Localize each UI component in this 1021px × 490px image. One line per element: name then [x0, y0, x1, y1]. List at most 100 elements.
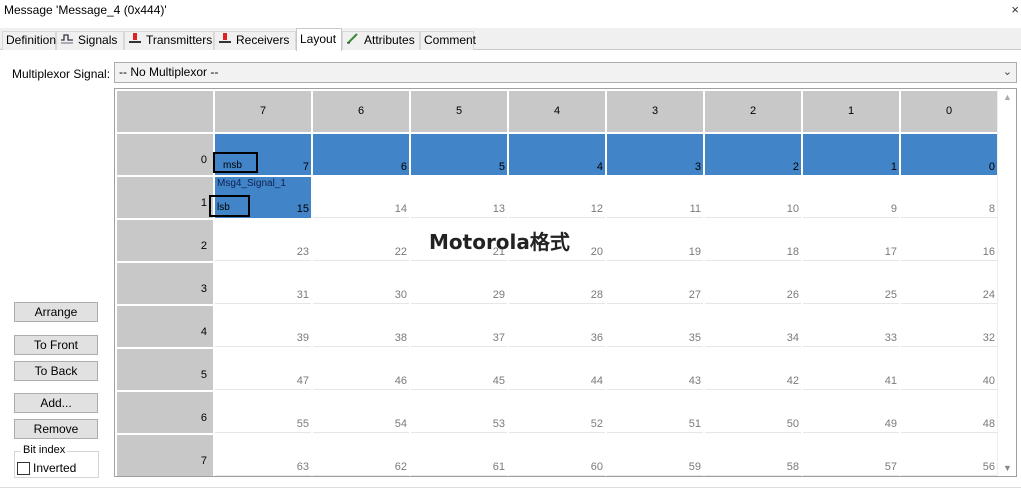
bit-cell[interactable]: 41: [803, 349, 899, 390]
tab-signals[interactable]: Signals: [56, 31, 124, 50]
bit-cell[interactable]: 63: [215, 435, 311, 476]
bit-cell[interactable]: 30: [313, 263, 409, 304]
bit-cell[interactable]: 27: [607, 263, 703, 304]
row-header: 6: [117, 392, 213, 433]
bit-cell[interactable]: 54: [313, 392, 409, 433]
bit-cell[interactable]: 0: [901, 134, 997, 175]
bit-cell[interactable]: 17: [803, 220, 899, 261]
bit-cell[interactable]: 28: [509, 263, 605, 304]
arrange-button[interactable]: Arrange: [14, 302, 98, 322]
bit-cell[interactable]: 2: [705, 134, 801, 175]
bit-number: 62: [394, 461, 407, 473]
close-icon[interactable]: ×: [1011, 2, 1019, 17]
transmitter-icon: [127, 32, 143, 49]
bit-cell[interactable]: 25: [803, 263, 899, 304]
add-button[interactable]: Add...: [14, 393, 98, 413]
bit-layout-grid[interactable]: 7 6 5 4 3 2 1 0 0 7 6 5 4 3 2 1 0 1 15 14 13 12 11 10 9 8 2 23 22 21 2…: [114, 88, 1017, 477]
to-back-button[interactable]: To Back: [14, 361, 98, 381]
tab-comment-label: Comment: [424, 33, 477, 47]
bit-cell[interactable]: 19: [607, 220, 703, 261]
bit-cell[interactable]: 35: [607, 306, 703, 347]
bit-cell[interactable]: 62: [313, 435, 409, 476]
bit-cell[interactable]: 23: [215, 220, 311, 261]
bit-cell[interactable]: 6: [313, 134, 409, 175]
bit-cell[interactable]: 10: [705, 177, 801, 218]
multiplexor-select[interactable]: -- No Multiplexor -- ⌄: [114, 62, 1017, 83]
bit-cell[interactable]: 49: [803, 392, 899, 433]
bit-cell[interactable]: 57: [803, 435, 899, 476]
bit-cell[interactable]: 8: [901, 177, 997, 218]
bit-cell[interactable]: 51: [607, 392, 703, 433]
bit-cell[interactable]: 5: [411, 134, 507, 175]
bit-cell[interactable]: 48: [901, 392, 997, 433]
vertical-scrollbar[interactable]: ▲ ▼: [997, 89, 1016, 476]
bit-cell[interactable]: 38: [313, 306, 409, 347]
bit-cell[interactable]: 33: [803, 306, 899, 347]
remove-button[interactable]: Remove: [14, 419, 98, 439]
bit-cell[interactable]: 18: [705, 220, 801, 261]
bit-number: 1: [890, 161, 897, 173]
to-front-button[interactable]: To Front: [14, 335, 98, 355]
bit-cell[interactable]: 52: [509, 392, 605, 433]
bit-number: 41: [884, 375, 897, 387]
bit-cell[interactable]: 36: [509, 306, 605, 347]
scroll-up-icon[interactable]: ▲: [1003, 92, 1012, 102]
tab-definition[interactable]: Definition: [2, 31, 56, 50]
bit-cell[interactable]: 11: [607, 177, 703, 218]
bit-cell[interactable]: 40: [901, 349, 997, 390]
bit-cell[interactable]: 14: [313, 177, 409, 218]
tab-bar: Definition Signals Transmitters Receiver…: [0, 28, 1021, 51]
row-header: 0: [117, 134, 213, 175]
bit-cell[interactable]: 55: [215, 392, 311, 433]
bit-cell[interactable]: 39: [215, 306, 311, 347]
bit-cell[interactable]: 16: [901, 220, 997, 261]
bit-cell[interactable]: 3: [607, 134, 703, 175]
tab-comment[interactable]: Comment: [420, 31, 477, 50]
bit-cell[interactable]: 46: [313, 349, 409, 390]
row-header: 1: [117, 177, 213, 218]
bit-cell[interactable]: 45: [411, 349, 507, 390]
bit-cell[interactable]: 53: [411, 392, 507, 433]
bit-cell[interactable]: 60: [509, 435, 605, 476]
bit-cell[interactable]: 9: [803, 177, 899, 218]
row-header-label: 6: [200, 412, 207, 424]
bit-number: 34: [786, 332, 799, 344]
bit-cell[interactable]: 47: [215, 349, 311, 390]
bit-cell[interactable]: 44: [509, 349, 605, 390]
bit-cell[interactable]: 37: [411, 306, 507, 347]
signals-icon: [59, 32, 75, 49]
bit-cell[interactable]: 12: [509, 177, 605, 218]
bit-cell[interactable]: 24: [901, 263, 997, 304]
signal-name-label[interactable]: Msg4_Signal_1: [217, 178, 286, 189]
row-header-label: 3: [200, 283, 207, 295]
bit-cell[interactable]: 32: [901, 306, 997, 347]
tab-layout[interactable]: Layout: [296, 28, 342, 51]
scroll-down-icon[interactable]: ▼: [1003, 463, 1012, 473]
bit-cell[interactable]: 43: [607, 349, 703, 390]
bit-number: 39: [296, 332, 309, 344]
bit-number: 52: [590, 418, 603, 430]
column-header: 5: [411, 91, 507, 132]
bit-cell[interactable]: 61: [411, 435, 507, 476]
tab-transmitters[interactable]: Transmitters: [124, 31, 214, 50]
bit-cell[interactable]: 13: [411, 177, 507, 218]
motorola-format-annotation: Motorola格式: [429, 230, 570, 254]
bit-cell[interactable]: 56: [901, 435, 997, 476]
bit-cell[interactable]: 1: [803, 134, 899, 175]
bit-cell[interactable]: 4: [509, 134, 605, 175]
bit-cell[interactable]: 29: [411, 263, 507, 304]
tab-attributes[interactable]: Attributes: [342, 31, 420, 50]
bit-number: 55: [296, 418, 309, 430]
bit-cell[interactable]: 22: [313, 220, 409, 261]
bit-number: 38: [394, 332, 407, 344]
bit-cell[interactable]: 42: [705, 349, 801, 390]
bit-cell[interactable]: 59: [607, 435, 703, 476]
tab-receivers[interactable]: Receivers: [214, 31, 296, 50]
inverted-checkbox[interactable]: [17, 462, 30, 475]
bit-cell[interactable]: 26: [705, 263, 801, 304]
bit-cell[interactable]: 31: [215, 263, 311, 304]
bit-cell[interactable]: 34: [705, 306, 801, 347]
bit-cell[interactable]: 50: [705, 392, 801, 433]
bit-cell[interactable]: 58: [705, 435, 801, 476]
bit-number: 18: [786, 246, 799, 258]
